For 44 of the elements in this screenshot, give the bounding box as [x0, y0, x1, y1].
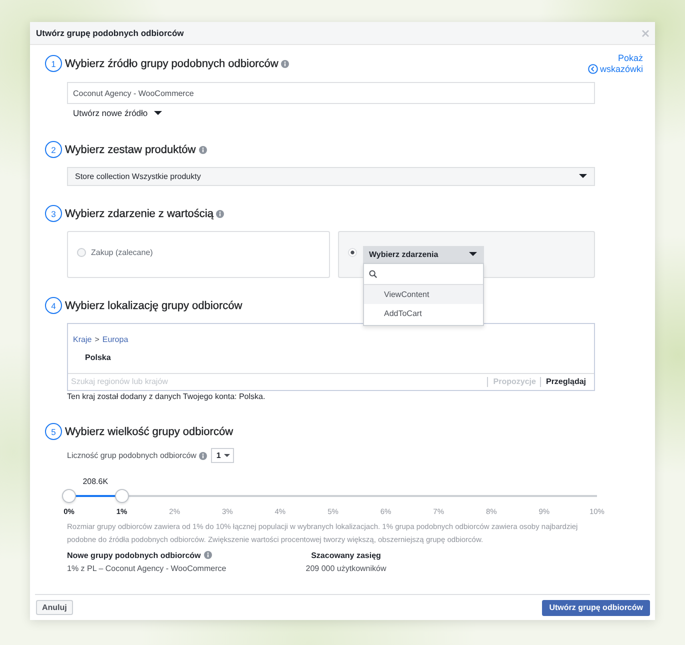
summary-value: 209 000 użytkowników: [306, 564, 386, 573]
create-source-dropdown[interactable]: Utwórz nowe źródło: [72, 107, 163, 119]
source-field[interactable]: Coconut Agency - WooCommerce: [67, 82, 595, 104]
step-number: 3: [45, 205, 62, 222]
create-audience-button[interactable]: Utwórz grupę odbiorców: [542, 600, 650, 616]
chevron-circle-icon: [588, 64, 598, 74]
location-item[interactable]: Polska: [73, 352, 589, 362]
menu-item[interactable]: AddToCart: [364, 304, 483, 322]
dialog-title: Utwórz grupę podobnych odbiorców: [36, 28, 184, 38]
breadcrumb-separator: >: [94, 334, 100, 344]
close-icon[interactable]: [642, 30, 649, 36]
slider-value-label: 208.6K: [82, 477, 108, 487]
step-number: 5: [45, 423, 62, 440]
step-title: Wybierz wielkość grupy odbiorców: [65, 426, 234, 438]
event-dropdown[interactable]: Wybierz zdarzenia: [363, 246, 484, 262]
summary-heading: Nowe grupy podobnych odbiorców: [67, 550, 201, 560]
radio-button[interactable]: [348, 248, 357, 256]
location-note: Ten kraj został dodany z danych Twojego konta: Polska.: [67, 392, 266, 402]
step-number: 2: [45, 141, 62, 158]
show-hints-link[interactable]: Pokaż wskazówki: [588, 52, 643, 74]
step-title: Wybierz źródło grupy podobnych odbiorców: [65, 58, 278, 70]
step-title: Wybierz zestaw produktów: [65, 144, 196, 156]
slider-handle[interactable]: [62, 489, 76, 503]
caret-icon: [469, 252, 477, 256]
view-tab[interactable]: Przeglądaj: [540, 376, 590, 386]
radio-button[interactable]: [77, 248, 86, 256]
cancel-button[interactable]: Anuluj: [36, 600, 73, 615]
caret-icon: [579, 174, 587, 178]
caret-icon: [154, 111, 162, 115]
step-number: 1: [45, 55, 62, 72]
search-icon: [369, 270, 377, 278]
breadcrumb-link[interactable]: Kraje: [73, 334, 92, 344]
step-title: Wybierz lokalizację grupy odbiorców: [65, 300, 242, 312]
summary-value: 1% z PL – Coconut Agency - WooCommerce: [67, 564, 226, 573]
step-title: Wybierz zdarzenie z wartością: [65, 208, 214, 220]
count-label: Liczność grup podobnych odbiorców: [67, 451, 196, 460]
breadcrumb-link[interactable]: Europa: [102, 334, 128, 344]
count-select[interactable]: 1: [211, 448, 234, 463]
option-label: Zakup (zalecane): [91, 246, 153, 258]
caret-icon: [224, 454, 230, 457]
menu-item[interactable]: ViewContent: [364, 284, 483, 304]
product-set-select[interactable]: Store collection Wszystkie produkty: [67, 166, 595, 186]
summary-heading: Szacowany zasięg: [311, 550, 381, 560]
step-number: 4: [45, 297, 62, 314]
